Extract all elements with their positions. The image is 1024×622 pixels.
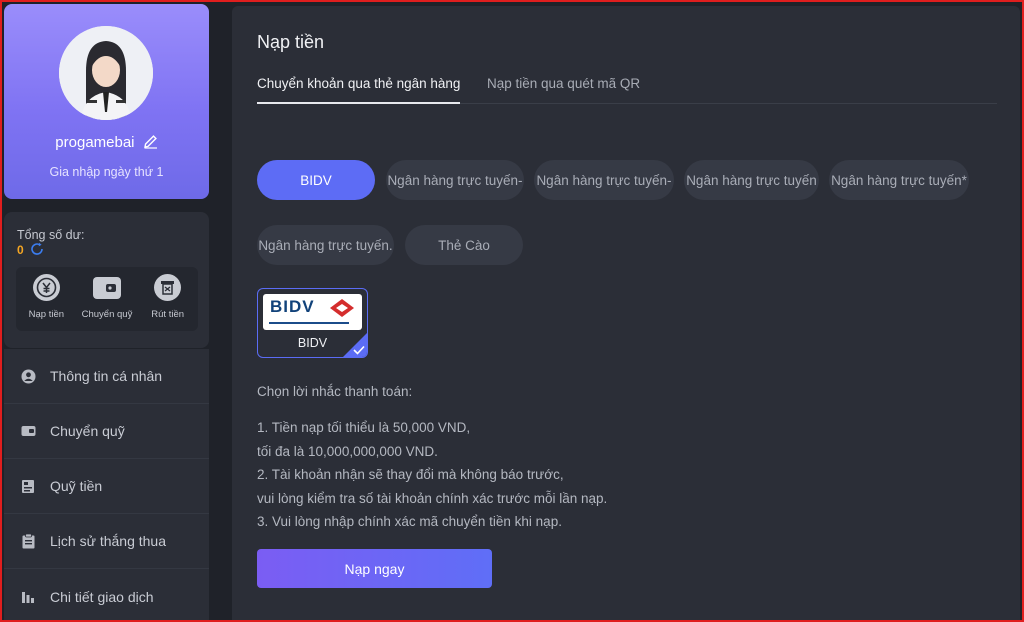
bidv-logo: BIDV (263, 294, 362, 330)
sidebar-item-personal-info[interactable]: Thông tin cá nhân (4, 349, 209, 404)
note-line: 3. Vui lòng nhập chính xác mã chuyển tiề… (257, 514, 562, 529)
wallet-icon (92, 277, 121, 299)
bar-chart-icon (20, 589, 36, 605)
reminder-title: Chọn lời nhắc thanh toán: (257, 384, 413, 399)
quick-transfer-button[interactable]: Chuyển quỹ (78, 274, 136, 320)
balance-card: Tổng số dư: 0 Nạp tiền Chuyển quỹ Rút ti… (4, 212, 209, 348)
username: progamebai (55, 134, 135, 151)
bank-option-online-2[interactable]: Ngân hàng trực tuyến- (534, 160, 674, 200)
bank-option-scratch-card[interactable]: Thẻ Cào (405, 225, 523, 265)
bank-option-online-5[interactable]: Ngân hàng trực tuyến. (257, 225, 394, 265)
sidebar-item-fund[interactable]: Quỹ tiền (4, 459, 209, 514)
note-line: 2. Tài khoản nhận sẽ thay đổi mà không b… (257, 467, 564, 482)
main-panel: Nạp tiền Chuyển khoản qua thẻ ngân hàng … (232, 6, 1020, 622)
page-title: Nạp tiền (257, 32, 325, 52)
avatar[interactable] (59, 26, 153, 120)
sidebar-item-label: Thông tin cá nhân (50, 368, 163, 384)
selected-bank-card[interactable]: BIDV BIDV (257, 288, 368, 358)
user-icon (20, 368, 36, 384)
sidebar-item-label: Quỹ tiền (50, 478, 103, 494)
yen-coin-icon (32, 274, 60, 301)
quick-withdraw-button[interactable]: Rút tiền (139, 274, 197, 320)
sidebar-menu: Thông tin cá nhân Chuyển quỹ Quỹ tiền Lị… (4, 349, 209, 622)
bank-option-online-3[interactable]: Ngân hàng trực tuyến (684, 160, 819, 200)
balance-value: 0 (17, 243, 24, 257)
bidv-diamond-icon (330, 299, 354, 317)
fund-icon (20, 478, 36, 494)
tab-bank-transfer[interactable]: Chuyển khoản qua thẻ ngân hàng (257, 76, 461, 104)
sidebar-item-win-loss-history[interactable]: Lịch sử thắng thua (4, 514, 209, 569)
tab-qr-deposit[interactable]: Nạp tiền qua quét mã QR (487, 76, 640, 104)
note-line: vui lòng kiểm tra số tài khoản chính xác… (257, 490, 608, 506)
deposit-now-button[interactable]: Nạp ngay (257, 549, 492, 588)
quick-transfer-label: Chuyển quỹ (81, 309, 133, 320)
balance-label: Tổng số dư: (17, 228, 85, 242)
atm-withdraw-icon (154, 274, 182, 301)
edit-pencil-icon[interactable] (143, 134, 158, 153)
quick-deposit-label: Nạp tiền (28, 309, 65, 320)
tab-bar: Chuyển khoản qua thẻ ngân hàng Nạp tiền … (257, 76, 997, 104)
clipboard-icon (20, 533, 36, 549)
sidebar-item-label: Chi tiết giao dịch (50, 588, 154, 605)
profile-card: progamebai Gia nhập ngày thứ 1 (4, 4, 209, 199)
check-icon (353, 345, 365, 355)
bidv-logo-text: BIDV (270, 297, 315, 316)
note-line: 1. Tiền nạp tối thiểu là 50,000 VND, (257, 420, 471, 435)
quick-actions: Nạp tiền Chuyển quỹ Rút tiền (16, 267, 198, 331)
wallet-icon (20, 423, 36, 439)
quick-withdraw-label: Rút tiền (151, 309, 185, 320)
refresh-icon[interactable] (30, 242, 44, 261)
username-row: progamebai (4, 134, 209, 153)
sidebar-item-transfer[interactable]: Chuyển quỹ (4, 404, 209, 459)
sidebar-item-label: Lịch sử thắng thua (50, 533, 167, 549)
quick-deposit-button[interactable]: Nạp tiền (17, 274, 75, 320)
bank-option-online-1[interactable]: Ngân hàng trực tuyến- (386, 160, 524, 200)
logo-stripe (269, 322, 349, 324)
sidebar-item-transaction-details[interactable]: Chi tiết giao dịch (4, 569, 209, 622)
sidebar-item-label: Chuyển quỹ (50, 423, 125, 439)
bank-option-bidv[interactable]: BIDV (257, 160, 375, 200)
join-date: Gia nhập ngày thứ 1 (49, 165, 164, 179)
payment-notes: 1. Tiền nạp tối thiểu là 50,000 VND, tối… (257, 416, 607, 534)
bank-option-online-4[interactable]: Ngân hàng trực tuyến* (829, 160, 969, 200)
note-line: tối đa là 10,000,000,000 VND. (257, 443, 438, 459)
